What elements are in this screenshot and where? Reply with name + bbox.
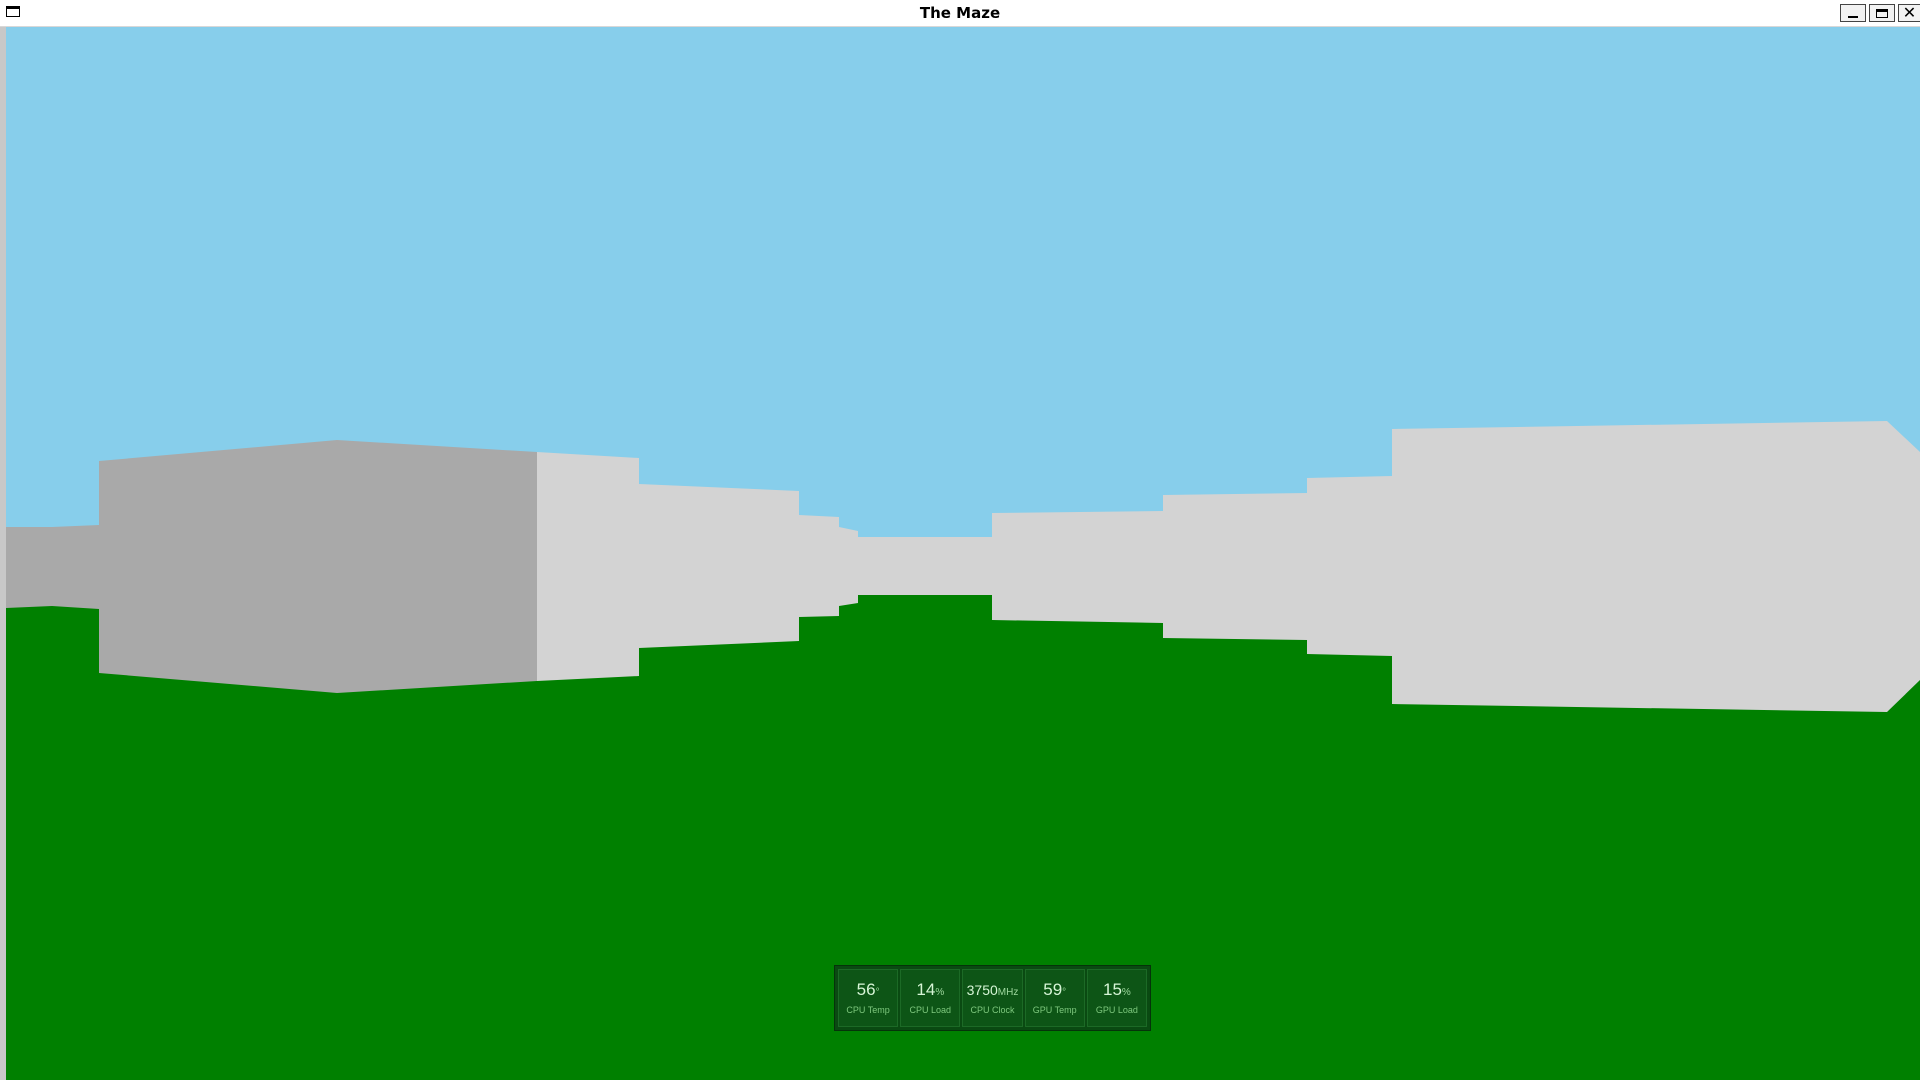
wall-right-3 bbox=[1307, 476, 1392, 656]
close-icon: ✕ bbox=[1902, 3, 1917, 22]
wall-far-center bbox=[858, 537, 992, 595]
minimize-icon bbox=[1848, 16, 1858, 18]
hud-label: GPU Temp bbox=[1032, 1005, 1077, 1015]
wall-right-4 bbox=[1392, 421, 1887, 712]
game-viewport[interactable]: 56° CPU Temp 14% CPU Load 3750MHz CPU Cl… bbox=[6, 27, 1920, 1080]
hud-cpu-temp: 56° CPU Temp bbox=[838, 969, 899, 1027]
hud-label: GPU Load bbox=[1095, 1005, 1138, 1015]
maze-window: The Maze ✕ 56° CPU Temp 14% CPU Load 375… bbox=[0, 0, 1920, 1080]
hud-cpu-load: 14% CPU Load bbox=[900, 969, 961, 1027]
minimize-button[interactable] bbox=[1840, 4, 1866, 22]
maximize-button[interactable] bbox=[1869, 4, 1895, 22]
window-title: The Maze bbox=[919, 4, 1001, 22]
wall-right-2 bbox=[1163, 493, 1307, 640]
title-bar[interactable]: The Maze ✕ bbox=[0, 0, 1920, 27]
wall-left-4 bbox=[839, 527, 858, 606]
hud-gpu-temp: 59° GPU Temp bbox=[1024, 969, 1085, 1027]
hud-cpu-clock: 3750MHz CPU Clock bbox=[962, 969, 1023, 1027]
wall-left-3 bbox=[799, 515, 839, 617]
hud-unit: MHz bbox=[997, 987, 1019, 998]
wall-left-1 bbox=[537, 452, 639, 681]
hud-value: 3750 bbox=[966, 982, 998, 998]
hud-value: 56 bbox=[856, 980, 876, 999]
wall-block-front bbox=[337, 440, 537, 693]
hud-unit: % bbox=[1121, 987, 1131, 998]
maximize-icon bbox=[1876, 8, 1888, 18]
wall-right-near bbox=[1887, 421, 1920, 712]
wall-right-1 bbox=[992, 511, 1163, 623]
hud-value: 14 bbox=[916, 980, 936, 999]
close-button[interactable]: ✕ bbox=[1898, 4, 1920, 22]
wall-block-left bbox=[99, 440, 337, 693]
performance-overlay: 56° CPU Temp 14% CPU Load 3750MHz CPU Cl… bbox=[834, 965, 1151, 1031]
hud-unit: ° bbox=[1062, 987, 1067, 998]
hud-value: 59 bbox=[1043, 980, 1063, 999]
hud-value: 15 bbox=[1103, 980, 1122, 999]
maze-scene bbox=[6, 27, 1920, 1080]
hud-unit: % bbox=[935, 987, 945, 998]
wall-far-left-2 bbox=[52, 525, 99, 609]
wall-far-left bbox=[6, 527, 52, 608]
hud-label: CPU Clock bbox=[970, 1005, 1015, 1015]
hud-gpu-load: 15% GPU Load bbox=[1086, 969, 1148, 1027]
wall-left-2 bbox=[639, 484, 799, 648]
hud-unit: ° bbox=[875, 987, 880, 998]
hud-label: CPU Load bbox=[909, 1005, 952, 1015]
hud-label: CPU Temp bbox=[846, 1005, 890, 1015]
